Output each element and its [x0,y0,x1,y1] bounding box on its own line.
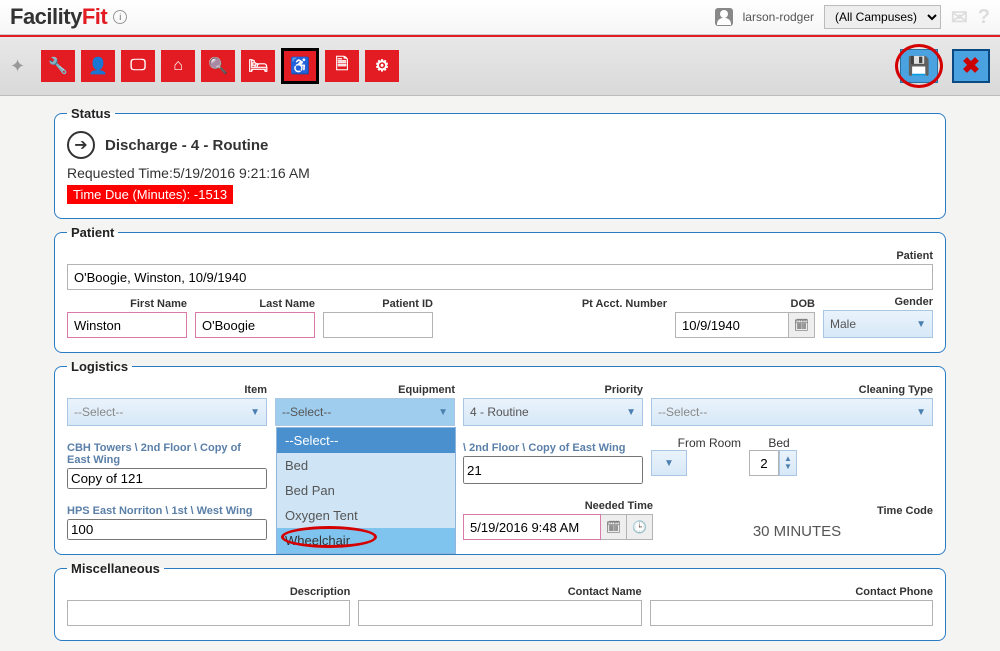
messages-icon[interactable]: ✉ [951,5,968,30]
equipment-select[interactable]: --Select--▼ --Select-- Bed Bed Pan Oxyge… [275,398,455,426]
contact-phone-input[interactable] [650,600,933,626]
logo-text-b: Fit [82,4,107,29]
document-icon[interactable]: 🗎 [325,50,359,82]
bed-input[interactable] [749,450,779,476]
gender-value: Male [830,317,856,331]
item-value: --Select-- [74,405,123,419]
time-code-label: Time Code [661,505,933,517]
last-name-label: Last Name [195,298,315,310]
settings-icon[interactable]: ⚙ [365,50,399,82]
logistics-legend: Logistics [67,359,132,374]
from-location-crumb: CBH Towers \ 2nd Floor \ Copy of East Wi… [67,442,267,466]
acct-number-label: Pt Acct. Number [441,298,667,310]
annotation-circle-wheelchair [281,526,377,548]
cleaning-type-value: --Select-- [658,405,707,419]
patient-full-label: Patient [67,250,933,262]
person-icon[interactable]: 👤 [81,50,115,82]
wheelchair-icon[interactable]: ♿ [281,48,319,84]
gender-select[interactable]: Male▼ [823,310,933,338]
calendar-icon[interactable]: 🗓 [601,514,627,540]
monitor-icon[interactable]: 🖵 [121,50,155,82]
item-label: Item [67,384,267,396]
calendar-icon[interactable]: 🗓 [789,312,815,338]
equip-opt-wheelchair[interactable]: Wheelchair [277,528,455,553]
priority-value: 4 - Routine [470,405,529,419]
campus-select[interactable]: (All Campuses) [824,5,941,29]
contact-name-input[interactable] [358,600,641,626]
app-header: FacilityFit i larson-rodger (All Campuse… [0,0,1000,35]
save-highlight: 💾 [894,43,944,89]
equipment-dropdown: --Select-- Bed Bed Pan Oxygen Tent Wheel… [276,427,456,554]
main-toolbar: ✦ 🔧 👤 🖵 ⌂ 🔍 🛏 ♿ 🗎 ⚙ 💾 ✖ [0,35,1000,96]
patient-legend: Patient [67,225,118,240]
item-select[interactable]: --Select--▼ [67,398,267,426]
to-location-input[interactable] [67,519,267,540]
bed-spinner[interactable]: ▲▼ [779,450,797,476]
dob-label: DOB [675,298,815,310]
spark-icon[interactable]: ✦ [10,56,25,77]
status-arrow-icon: ➔ [67,131,95,159]
patient-full-input[interactable] [67,264,933,290]
equipment-value: --Select-- [282,405,331,419]
first-name-input[interactable] [67,312,187,338]
status-legend: Status [67,106,115,121]
to-location-crumb: HPS East Norriton \ 1st \ West Wing [67,505,267,517]
logistics-panel: Logistics Item --Select--▼ Equipment --S… [54,359,946,555]
fromroom-crumb: \ 2nd Floor \ Copy of East Wing [463,442,643,454]
equip-opt-oxygen[interactable]: Oxygen Tent [277,503,455,528]
status-panel: Status ➔ Discharge - 4 - Routine Request… [54,106,946,219]
equipment-label: Equipment [275,384,455,396]
needed-time-input[interactable] [463,514,601,540]
clock-icon[interactable]: 🕒 [627,514,653,540]
patient-id-input[interactable] [323,312,433,338]
last-name-input[interactable] [195,312,315,338]
priority-select[interactable]: 4 - Routine▼ [463,398,643,426]
equip-opt-bed[interactable]: Bed [277,453,455,478]
equip-opt-bedpan[interactable]: Bed Pan [277,478,455,503]
description-label: Description [67,586,350,598]
dob-input[interactable] [675,312,789,338]
search-icon[interactable]: 🔍 [201,50,235,82]
from-room-dropdown-button[interactable]: ▼ [651,450,687,476]
wrench-icon[interactable]: 🔧 [41,50,75,82]
app-logo: FacilityFit [10,4,107,30]
home-icon[interactable]: ⌂ [161,50,195,82]
equip-opt-select[interactable]: --Select-- [277,428,455,453]
misc-legend: Miscellaneous [67,561,164,576]
cleaning-type-label: Cleaning Type [651,384,933,396]
username-label[interactable]: larson-rodger [743,10,814,24]
bed-icon[interactable]: 🛏 [241,50,275,82]
patient-panel: Patient Patient First Name Last Name Pat… [54,225,946,353]
status-title: Discharge - 4 - Routine [105,137,268,154]
bed-label: Bed [749,436,809,450]
from-room-input[interactable] [463,456,643,484]
misc-panel: Miscellaneous Description Contact Name C… [54,561,946,641]
from-room-label: From Room [651,436,741,450]
gender-label: Gender [823,296,933,308]
logo-text-a: Facility [10,4,82,29]
contact-name-label: Contact Name [358,586,641,598]
info-icon[interactable]: i [113,10,127,24]
priority-label: Priority [463,384,643,396]
requested-time: Requested Time:5/19/2016 9:21:16 AM [67,165,933,181]
cleaning-type-select[interactable]: --Select--▼ [651,398,933,426]
time-code-value: 30 MINUTES [661,519,933,540]
description-input[interactable] [67,600,350,626]
patient-id-label: Patient ID [323,298,433,310]
time-due-badge: Time Due (Minutes): -1513 [67,185,233,204]
from-location-input[interactable] [67,468,267,489]
needed-time-label: Needed Time [463,500,653,512]
save-button[interactable]: 💾 [900,49,938,83]
close-button[interactable]: ✖ [952,49,990,83]
user-icon [715,8,733,26]
contact-phone-label: Contact Phone [650,586,933,598]
help-icon[interactable]: ? [978,6,990,29]
first-name-label: First Name [67,298,187,310]
